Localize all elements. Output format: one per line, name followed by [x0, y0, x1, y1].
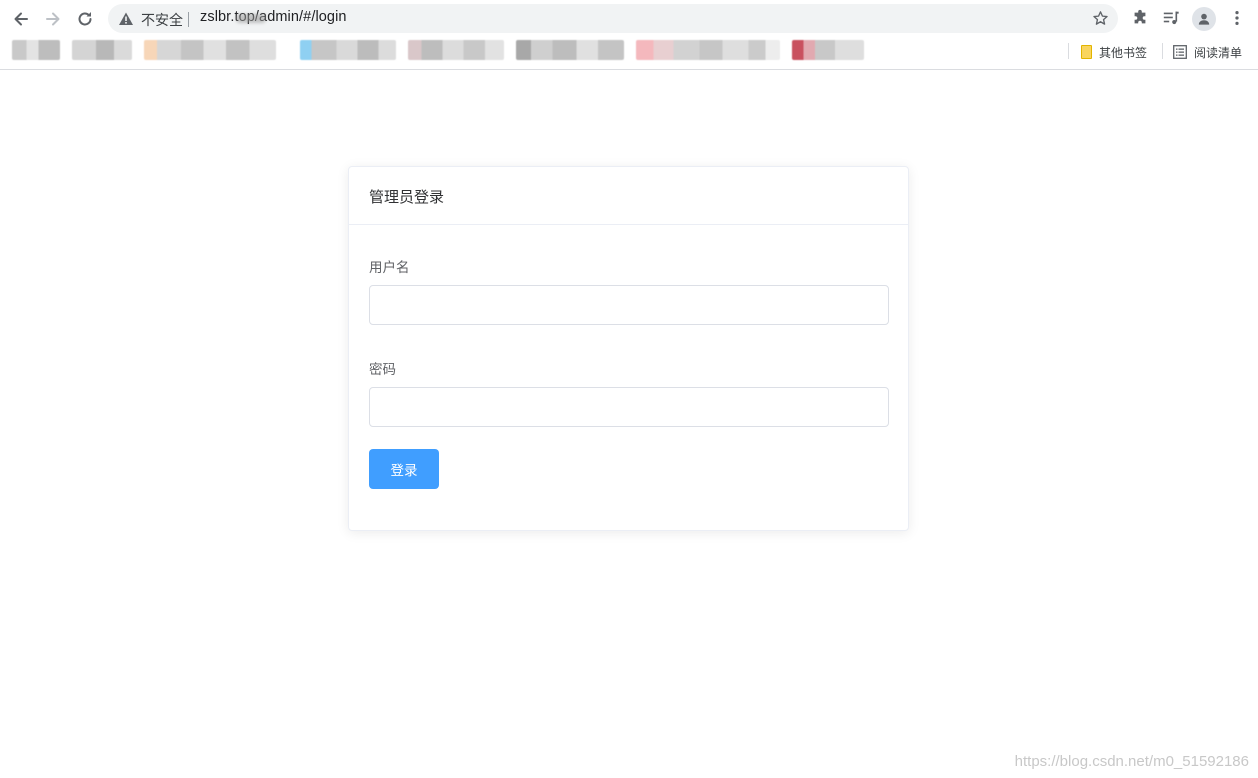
redacted-bookmark[interactable]	[636, 40, 780, 60]
arrow-left-icon	[14, 12, 28, 26]
username-input[interactable]	[369, 285, 889, 325]
redacted-bookmark[interactable]	[72, 40, 132, 60]
extensions-button[interactable]	[1130, 8, 1150, 28]
reading-list-label: 阅读清单	[1194, 45, 1243, 60]
bookmarks-divider	[1068, 43, 1069, 59]
media-control-button[interactable]	[1161, 8, 1181, 28]
password-label: 密码	[369, 362, 396, 378]
puzzle-icon	[1134, 9, 1146, 24]
person-icon	[1198, 13, 1210, 25]
redacted-bookmark[interactable]	[792, 40, 864, 60]
reload-icon	[78, 12, 92, 26]
username-label: 用户名	[369, 260, 410, 276]
warning-icon	[119, 12, 133, 25]
bookmarks-divider	[1162, 43, 1163, 59]
reload-button[interactable]	[73, 7, 97, 31]
omnibox-separator	[188, 12, 189, 27]
other-bookmarks-folder[interactable]: 其他书签	[1081, 42, 1147, 62]
card-header: 管理员登录	[349, 167, 908, 225]
browser-toolbar: 不安全 zslbr.top/admin/#/login	[0, 0, 1258, 37]
reading-list-button[interactable]: 阅读清单	[1173, 42, 1242, 62]
address-bar[interactable]: 不安全 zslbr.top/admin/#/login	[108, 4, 1118, 33]
playlist-music-icon	[1163, 11, 1179, 25]
redacted-bookmark[interactable]	[516, 40, 624, 60]
bookmark-star-icon[interactable]	[1092, 10, 1109, 27]
redacted-bookmark[interactable]	[408, 40, 504, 60]
url-redaction	[236, 14, 266, 23]
reading-list-icon	[1173, 45, 1187, 59]
url-text[interactable]: zslbr.top/admin/#/login	[200, 9, 347, 25]
more-vertical-icon	[1235, 10, 1239, 26]
password-input[interactable]	[369, 387, 889, 427]
redacted-bookmark[interactable]	[300, 40, 396, 60]
back-button[interactable]	[9, 7, 33, 31]
folder-icon	[1081, 45, 1092, 59]
page-title: 管理员登录	[369, 188, 445, 206]
login-card: 管理员登录 用户名 密码 登录	[348, 166, 909, 531]
security-status-label[interactable]: 不安全	[141, 10, 183, 30]
redacted-bookmark[interactable]	[12, 40, 60, 60]
browser-menu-button[interactable]	[1227, 8, 1247, 28]
other-bookmarks-label: 其他书签	[1099, 45, 1148, 60]
login-button[interactable]: 登录	[369, 449, 439, 489]
watermark-text: https://blog.csdn.net/m0_51592186	[1014, 753, 1249, 770]
arrow-right-icon	[46, 12, 60, 26]
bookmarks-bar: 其他书签 阅读清单	[0, 37, 1258, 70]
profile-avatar[interactable]	[1192, 7, 1216, 31]
redacted-bookmark[interactable]	[144, 40, 276, 60]
forward-button[interactable]	[41, 7, 65, 31]
